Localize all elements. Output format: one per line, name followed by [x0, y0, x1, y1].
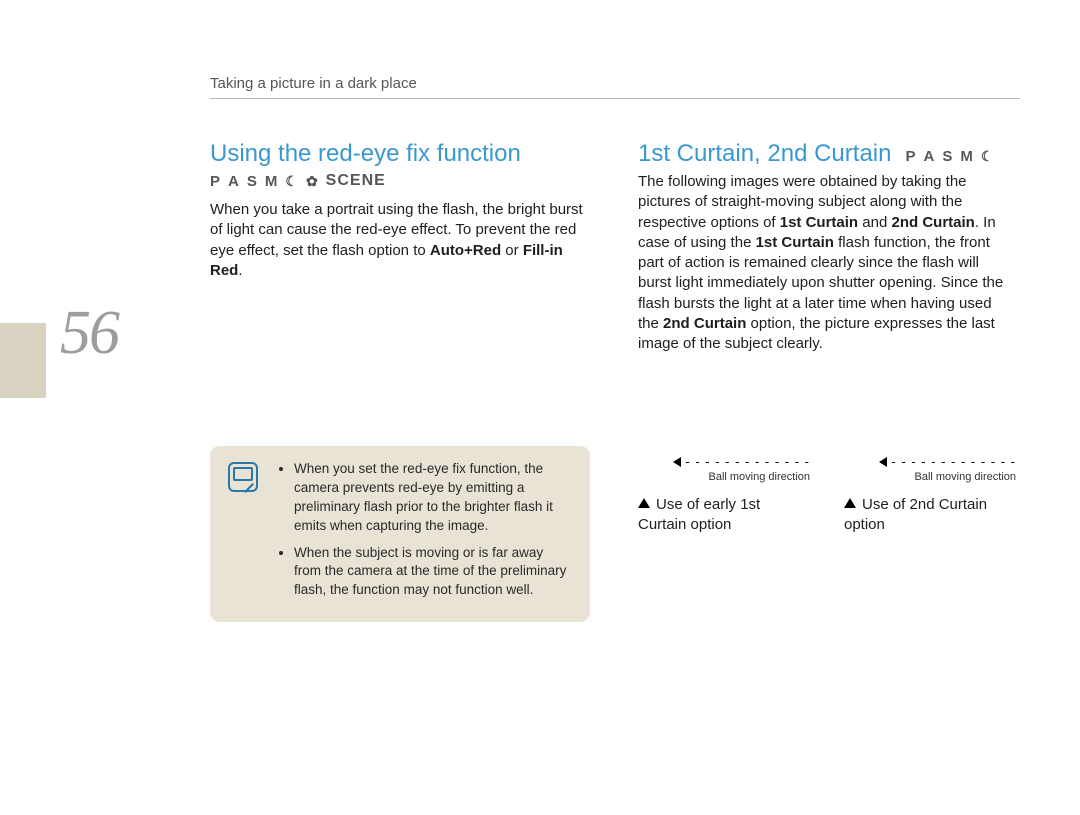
- figure-1st-curtain: - - - - - - - - - - - - - Ball moving di…: [638, 454, 810, 534]
- right-body-mid1: and: [858, 214, 891, 231]
- night-icon: ☾: [285, 173, 300, 190]
- page-number: 56: [60, 298, 118, 369]
- person-icon: ✿: [306, 173, 320, 190]
- mode-a: A: [228, 173, 241, 190]
- left-section-title: Using the red-eye fix function: [210, 140, 588, 168]
- left-body-b1: Auto+Red: [430, 242, 501, 259]
- mode-s: S: [942, 148, 954, 165]
- content-columns: Using the red-eye fix function P A S M ☾…: [210, 140, 1020, 622]
- mode-m: M: [265, 173, 280, 190]
- mode-p: P: [905, 148, 917, 165]
- page-number-band: 56: [0, 323, 180, 398]
- figures-row: - - - - - - - - - - - - - Ball moving di…: [638, 454, 1016, 534]
- right-body-b2: 2nd Curtain: [891, 214, 974, 231]
- manual-page: Taking a picture in a dark place 56 Usin…: [0, 0, 1080, 815]
- caption-text: Use of 2nd Curtain option: [844, 496, 987, 533]
- note-box: When you set the red-eye fix function, t…: [210, 446, 590, 622]
- direction-arrow: - - - - - - - - - - - - -: [638, 454, 810, 469]
- dashes-icon: - - - - - - - - - - - - -: [685, 454, 810, 469]
- right-column: 1st Curtain, 2nd Curtain P A S M ☾ The f…: [638, 140, 1016, 622]
- mode-s: S: [247, 173, 259, 190]
- right-section-title: 1st Curtain, 2nd Curtain: [638, 140, 891, 168]
- right-body-b3: 1st Curtain: [756, 234, 834, 251]
- triangle-up-icon: [638, 498, 650, 508]
- note-icon: [228, 462, 258, 492]
- mode-scene: SCENE: [326, 172, 386, 190]
- note-item: When the subject is moving or is far awa…: [294, 544, 572, 601]
- triangle-up-icon: [844, 498, 856, 508]
- direction-label: Ball moving direction: [844, 471, 1016, 483]
- right-title-row: 1st Curtain, 2nd Curtain P A S M ☾: [638, 140, 1016, 168]
- left-column: Using the red-eye fix function P A S M ☾…: [210, 140, 588, 622]
- arrow-left-icon: [879, 457, 887, 467]
- left-body-post: .: [238, 262, 242, 279]
- figure-2nd-curtain: - - - - - - - - - - - - - Ball moving di…: [844, 454, 1016, 534]
- night-icon: ☾: [981, 148, 996, 165]
- right-body-text: The following images were obtained by ta…: [638, 172, 1016, 354]
- right-mode-row: P A S M ☾: [905, 148, 995, 165]
- note-list: When you set the red-eye fix function, t…: [280, 460, 572, 600]
- figure-caption: Use of early 1st Curtain option: [638, 495, 810, 534]
- page-header: Taking a picture in a dark place: [210, 75, 1020, 99]
- dashes-icon: - - - - - - - - - - - - -: [891, 454, 1016, 469]
- arrow-left-icon: [673, 457, 681, 467]
- figure-caption: Use of 2nd Curtain option: [844, 495, 1016, 534]
- left-body-text: When you take a portrait using the flash…: [210, 200, 588, 281]
- left-mode-row: P A S M ☾ ✿ SCENE: [210, 172, 588, 190]
- mode-m: M: [960, 148, 975, 165]
- caption-text: Use of early 1st Curtain option: [638, 496, 760, 533]
- direction-label: Ball moving direction: [638, 471, 810, 483]
- page-number-bar: [0, 323, 46, 398]
- direction-arrow: - - - - - - - - - - - - -: [844, 454, 1016, 469]
- left-body-mid: or: [501, 242, 523, 259]
- note-item: When you set the red-eye fix function, t…: [294, 460, 572, 536]
- right-body-b1: 1st Curtain: [780, 214, 858, 231]
- right-body-b4: 2nd Curtain: [663, 315, 746, 332]
- mode-a: A: [923, 148, 936, 165]
- mode-p: P: [210, 173, 222, 190]
